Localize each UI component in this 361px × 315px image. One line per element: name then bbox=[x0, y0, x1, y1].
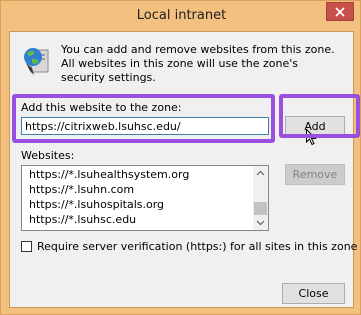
close-icon bbox=[335, 6, 345, 17]
remove-button[interactable]: Remove bbox=[285, 164, 345, 185]
list-item[interactable]: https://*.lsuhsc.edu bbox=[29, 212, 136, 227]
add-website-input[interactable] bbox=[21, 117, 269, 135]
websites-list[interactable]: https://*.lsuhealthsystem.org https://*.… bbox=[21, 165, 269, 231]
list-item[interactable]: https://*.lsuhn.com bbox=[29, 182, 134, 197]
scroll-down-icon[interactable] bbox=[253, 215, 268, 230]
list-item[interactable]: https://*.lsuhospitals.org bbox=[29, 197, 164, 212]
local-intranet-dialog: Local intranet You can add and remove we… bbox=[0, 0, 361, 315]
window-title: Local intranet bbox=[136, 8, 227, 23]
scroll-up-icon[interactable] bbox=[253, 166, 268, 181]
globe-icon bbox=[22, 44, 52, 76]
websites-label: Websites: bbox=[21, 149, 75, 162]
scrollbar-thumb[interactable] bbox=[254, 202, 267, 215]
list-scrollbar[interactable] bbox=[253, 166, 268, 230]
window-close-button[interactable] bbox=[326, 2, 354, 21]
add-website-label: Add this website to the zone: bbox=[21, 101, 182, 114]
intro-text: You can add and remove websites from thi… bbox=[61, 43, 335, 84]
dialog-client-area: You can add and remove websites from thi… bbox=[9, 31, 358, 308]
require-verification-label: Require server verification (https:) for… bbox=[37, 240, 358, 253]
close-button[interactable]: Close bbox=[282, 283, 345, 304]
list-item[interactable]: https://*.lsuhealthsystem.org bbox=[29, 167, 189, 182]
add-button[interactable]: Add bbox=[285, 116, 345, 137]
require-verification-checkbox[interactable] bbox=[21, 241, 32, 252]
